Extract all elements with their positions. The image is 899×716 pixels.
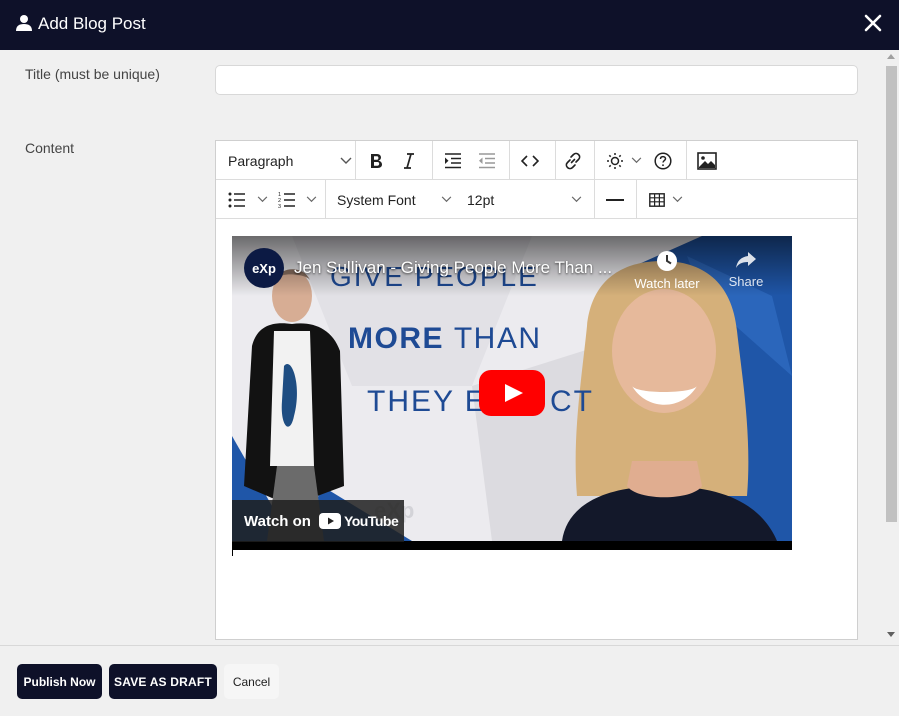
editor-toolbar-row-1: Paragraph: [216, 141, 857, 180]
content-label: Content: [25, 140, 75, 156]
font-family-select[interactable]: System Font: [337, 180, 455, 219]
link-icon: [565, 152, 581, 169]
link-button[interactable]: [563, 141, 587, 180]
embedded-youtube-video[interactable]: GIVE PEOPLE MORE THAN THEY E CT eXp eXp …: [232, 236, 792, 550]
table-button[interactable]: [649, 180, 689, 219]
youtube-logo: YouTube: [318, 513, 399, 529]
modal-body: Title (must be unique) Content Paragraph: [0, 50, 899, 645]
outdent-button[interactable]: [478, 141, 502, 180]
font-family-label: System Font: [337, 191, 416, 208]
chevron-down-icon: [306, 196, 317, 203]
share-button[interactable]: Share: [726, 250, 766, 289]
chevron-down-icon: [571, 196, 582, 203]
outdent-icon: [479, 152, 495, 168]
modal-footer: Publish Now SAVE AS DRAFT Cancel: [0, 645, 899, 716]
bold-icon: [371, 153, 382, 168]
svg-text:CT: CT: [550, 385, 594, 418]
cancel-button[interactable]: Cancel: [224, 664, 279, 699]
share-icon: [736, 252, 756, 268]
save-as-draft-button[interactable]: SAVE AS DRAFT: [109, 664, 217, 699]
code-button[interactable]: [521, 141, 545, 180]
help-button[interactable]: [654, 141, 678, 180]
youtube-brand-label: YouTube: [343, 513, 399, 529]
bold-button[interactable]: [368, 141, 392, 180]
horizontal-rule-button[interactable]: [606, 180, 626, 219]
svg-text:THEY E: THEY E: [367, 385, 487, 418]
block-format-label: Paragraph: [228, 152, 294, 169]
watch-on-youtube-button[interactable]: Watch on YouTube: [232, 500, 404, 542]
brightness-icon: [607, 152, 623, 169]
chevron-down-icon: [631, 157, 642, 164]
channel-avatar-text: eXp: [252, 260, 276, 276]
youtube-icon: [318, 513, 341, 529]
share-label: Share: [728, 274, 764, 289]
modal-header: Add Blog Post: [0, 0, 899, 50]
chevron-down-icon: [672, 196, 683, 203]
title-label: Title (must be unique): [25, 66, 160, 82]
block-format-select[interactable]: Paragraph: [228, 141, 356, 180]
editor-content-area[interactable]: GIVE PEOPLE MORE THAN THEY E CT eXp eXp …: [216, 219, 857, 639]
indent-icon: [445, 152, 461, 168]
watch-later-label: Watch later: [634, 276, 700, 291]
scroll-down-icon[interactable]: [887, 632, 895, 637]
help-icon: [654, 151, 672, 170]
image-icon: [697, 151, 717, 170]
text-cursor: [232, 550, 233, 556]
insert-image-button[interactable]: [697, 141, 721, 180]
editor-toolbar-row-2: 123 System Font 12pt: [216, 180, 857, 219]
chevron-down-icon: [257, 196, 268, 203]
numbered-list-icon: 123: [278, 192, 295, 208]
rich-text-editor: Paragraph 1 2 3 System Font 12pt MORE TH…: [215, 140, 858, 640]
close-icon[interactable]: [862, 12, 884, 34]
publish-now-button[interactable]: Publish Now: [17, 664, 102, 699]
bullet-list-button[interactable]: [228, 180, 270, 219]
brightness-dropdown[interactable]: [606, 141, 646, 180]
bullet-list-icon: [228, 192, 245, 207]
modal-scrollbar[interactable]: [884, 50, 899, 645]
scroll-up-icon[interactable]: [887, 54, 895, 59]
clock-icon: [657, 251, 677, 271]
watch-on-label: Watch on: [244, 512, 311, 530]
svg-text:MORE THAN: MORE THAN: [348, 322, 542, 355]
code-icon: [521, 154, 539, 167]
chevron-down-icon: [441, 196, 452, 203]
chevron-down-icon: [340, 157, 352, 164]
numbered-list-button[interactable]: 123: [278, 180, 322, 219]
indent-button[interactable]: [444, 141, 468, 180]
channel-avatar[interactable]: eXp: [244, 248, 284, 288]
modal-title: Add Blog Post: [38, 14, 146, 33]
italic-button[interactable]: [402, 141, 426, 180]
watch-later-button[interactable]: Watch later: [630, 250, 704, 291]
table-icon: [649, 192, 665, 207]
video-title[interactable]: Jen Sullivan - Giving People More Than .…: [294, 258, 612, 278]
user-icon: [16, 15, 32, 31]
horizontal-rule-icon: [606, 198, 624, 201]
title-input[interactable]: [215, 65, 858, 95]
italic-icon: [404, 152, 414, 169]
font-size-label: 12pt: [467, 191, 495, 208]
font-size-select[interactable]: 12pt: [467, 180, 585, 219]
scroll-thumb[interactable]: [886, 66, 897, 522]
play-icon[interactable]: [479, 370, 545, 416]
svg-text:3: 3: [278, 204, 281, 208]
